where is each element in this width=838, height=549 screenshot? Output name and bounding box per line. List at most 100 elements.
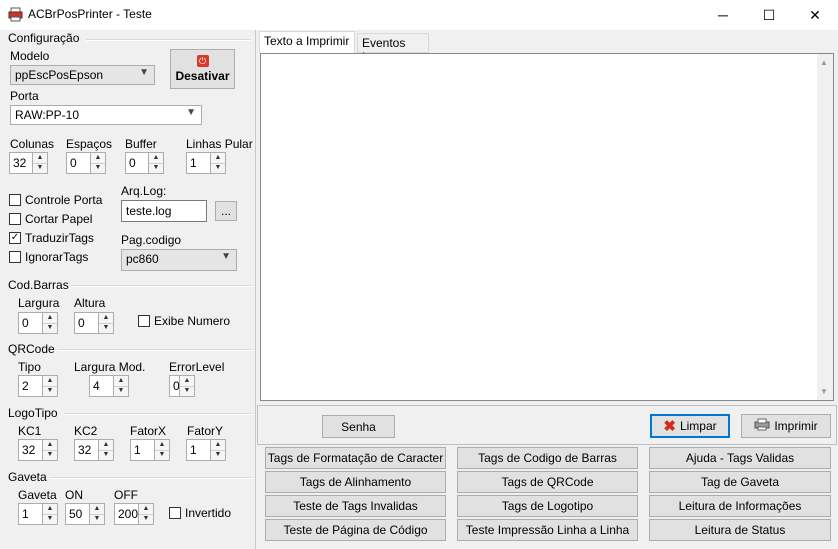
texto-imprimir-textarea[interactable]: ▲ ▼ <box>260 53 834 401</box>
spin-down-icon[interactable]: ▼ <box>211 450 225 460</box>
spin-down-icon[interactable]: ▼ <box>43 323 57 333</box>
spin-down-icon[interactable]: ▼ <box>91 163 105 173</box>
kc1-spinner[interactable]: 32 ▲ ▼ <box>18 439 58 461</box>
colunas-spinner[interactable]: 32 ▲ ▼ <box>9 152 48 174</box>
maximize-button[interactable]: ☐ <box>746 0 792 30</box>
spin-down-icon[interactable]: ▼ <box>149 163 163 173</box>
modelo-select[interactable]: ppEscPosEpson ▼ <box>10 65 155 85</box>
off-spinner[interactable]: 200 ▲ ▼ <box>114 503 154 525</box>
spin-down-icon[interactable]: ▼ <box>114 386 128 396</box>
tag-gaveta-button[interactable]: Tag de Gaveta <box>649 471 831 493</box>
kc2-spinner[interactable]: 32 ▲ ▼ <box>74 439 114 461</box>
printer-icon <box>754 418 770 434</box>
kc1-value: 32 <box>22 443 36 457</box>
ignorar-tags-label: IgnorarTags <box>25 250 89 264</box>
codbarras-group-label: Cod.Barras <box>8 278 69 292</box>
tags-formatacao-button[interactable]: Tags de Formatação de Caracter <box>265 447 446 469</box>
spin-down-icon[interactable]: ▼ <box>33 163 47 173</box>
linhas-pular-spinner[interactable]: 1 ▲ ▼ <box>186 152 226 174</box>
chevron-down-icon: ▼ <box>221 251 231 262</box>
off-label: OFF <box>114 488 138 502</box>
teste-linha-a-linha-button[interactable]: Teste Impressão Linha a Linha <box>457 519 638 541</box>
scroll-up-icon[interactable]: ▲ <box>820 58 828 67</box>
qr-error-label: ErrorLevel <box>169 360 225 374</box>
spin-down-icon[interactable]: ▼ <box>90 514 104 524</box>
spin-down-icon[interactable]: ▼ <box>180 386 194 396</box>
espacos-spinner[interactable]: 0 ▲ ▼ <box>66 152 106 174</box>
scroll-down-icon[interactable]: ▼ <box>820 387 828 396</box>
fatorx-label: FatorX <box>130 424 167 438</box>
spin-down-icon[interactable]: ▼ <box>43 450 57 460</box>
fatory-label: FatorY <box>187 424 224 438</box>
minimize-button[interactable]: ─ <box>700 0 746 30</box>
pagcod-label: Pag.codigo <box>121 233 182 247</box>
arqlog-label: Arq.Log: <box>121 184 167 198</box>
fatorx-spinner[interactable]: 1 ▲ ▼ <box>130 439 170 461</box>
linhas-pular-label: Linhas Pular <box>186 137 253 151</box>
pagcod-select[interactable]: pc860 ▼ <box>121 249 237 271</box>
kc2-label: KC2 <box>74 424 98 438</box>
cortar-papel-checkbox[interactable] <box>9 213 21 225</box>
controle-porta-checkbox[interactable] <box>9 194 21 206</box>
power-icon: ⏻ <box>196 55 209 67</box>
spin-down-icon[interactable]: ▼ <box>99 450 113 460</box>
browse-button[interactable]: ... <box>215 201 237 221</box>
qr-error-spinner[interactable]: 0 ▲ ▼ <box>169 375 195 397</box>
spin-down-icon[interactable]: ▼ <box>99 323 113 333</box>
desativar-label: Desativar <box>175 69 230 83</box>
colunas-label: Colunas <box>10 137 55 151</box>
tags-qrcode-button[interactable]: Tags de QRCode <box>457 471 638 493</box>
kc2-value: 32 <box>78 443 92 457</box>
tab-eventos-log[interactable]: Eventos Log <box>357 33 429 64</box>
exibe-numero-checkbox[interactable] <box>138 315 150 327</box>
imprimir-label: Imprimir <box>774 419 818 433</box>
fatory-spinner[interactable]: 1 ▲ ▼ <box>186 439 226 461</box>
desativar-button[interactable]: ⏻ Desativar <box>170 49 235 89</box>
tab-texto-imprimir[interactable]: Texto a Imprimir <box>259 31 355 53</box>
barras-largura-spinner[interactable]: 0 ▲ ▼ <box>18 312 58 334</box>
exibe-numero-label: Exibe Numero <box>154 314 231 328</box>
colunas-value: 32 <box>13 156 27 170</box>
spin-down-icon[interactable]: ▼ <box>155 450 169 460</box>
barras-altura-spinner[interactable]: 0 ▲ ▼ <box>74 312 114 334</box>
limpar-button[interactable]: ✖ Limpar <box>650 414 730 438</box>
spin-down-icon[interactable]: ▼ <box>139 514 153 524</box>
teste-tags-invalidas-button[interactable]: Teste de Tags Invalidas <box>265 495 446 517</box>
leitura-status-button[interactable]: Leitura de Status <box>649 519 831 541</box>
qr-tipo-label: Tipo <box>18 360 41 374</box>
window-title: ACBrPosPrinter - Teste <box>28 7 152 21</box>
modelo-label: Modelo <box>10 49 50 63</box>
vertical-scrollbar[interactable]: ▲ ▼ <box>817 54 833 400</box>
invertido-checkbox[interactable] <box>169 507 181 519</box>
spin-down-icon[interactable]: ▼ <box>43 386 57 396</box>
ignorar-tags-checkbox[interactable] <box>9 251 21 263</box>
arqlog-input[interactable]: teste.log <box>121 200 207 222</box>
close-button[interactable]: ✕ <box>792 0 838 30</box>
gaveta-spinner[interactable]: 1 ▲ ▼ <box>18 503 58 525</box>
tags-alinhamento-button[interactable]: Tags de Alinhamento <box>265 471 446 493</box>
spin-down-icon[interactable]: ▼ <box>211 163 225 173</box>
porta-label: Porta <box>10 89 39 103</box>
pagcod-value: pc860 <box>126 252 159 266</box>
logotipo-group-line <box>64 413 251 415</box>
teste-pagina-codigo-button[interactable]: Teste de Página de Código <box>265 519 446 541</box>
panel-divider <box>255 30 256 549</box>
tags-logotipo-button[interactable]: Tags de Logotipo <box>457 495 638 517</box>
senha-button[interactable]: Senha <box>322 415 395 438</box>
codbarras-group-line <box>71 285 251 287</box>
on-spinner[interactable]: 50 ▲ ▼ <box>65 503 105 525</box>
buffer-spinner[interactable]: 0 ▲ ▼ <box>125 152 164 174</box>
fatorx-value: 1 <box>134 443 141 457</box>
qr-largura-spinner[interactable]: 4 ▲ ▼ <box>89 375 129 397</box>
function-buttons-grid: Tags de Formatação de Caracter Tags de Co… <box>258 446 838 546</box>
config-group-line <box>86 39 251 41</box>
qr-tipo-spinner[interactable]: 2 ▲ ▼ <box>18 375 58 397</box>
traduzir-tags-checkbox[interactable]: ✓ <box>9 232 21 244</box>
qr-largura-value: 4 <box>93 379 100 393</box>
leitura-informacoes-button[interactable]: Leitura de Informações <box>649 495 831 517</box>
spin-down-icon[interactable]: ▼ <box>43 514 57 524</box>
ajuda-tags-button[interactable]: Ajuda - Tags Validas <box>649 447 831 469</box>
porta-select[interactable]: RAW:PP-10 ▼ <box>10 105 202 125</box>
tags-codigo-barras-button[interactable]: Tags de Codigo de Barras <box>457 447 638 469</box>
imprimir-button[interactable]: Imprimir <box>741 414 831 438</box>
